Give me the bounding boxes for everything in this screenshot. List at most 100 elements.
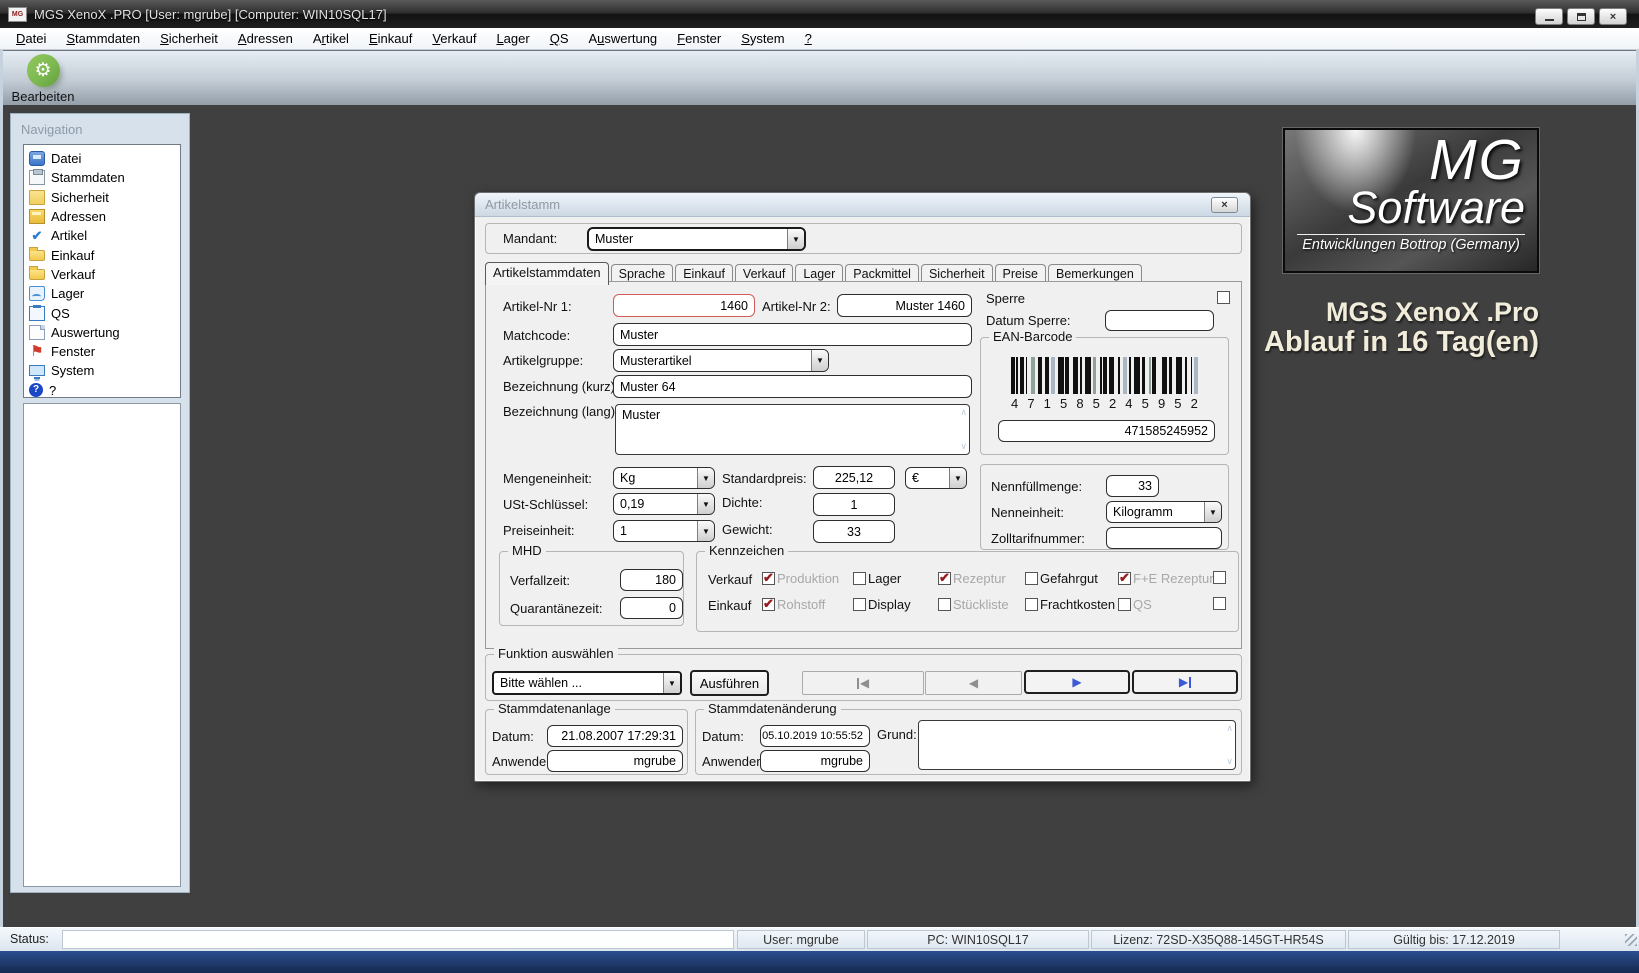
menu-item-datei[interactable]: Datei xyxy=(6,29,56,48)
close-button[interactable]: × xyxy=(1599,8,1627,25)
sidebar-item-sicherheit[interactable]: Sicherheit xyxy=(27,188,180,207)
anlage-anwender-input[interactable]: mgrube xyxy=(547,750,683,772)
menu-item-[interactable]: ? xyxy=(795,29,822,48)
dialog-close-button[interactable]: × xyxy=(1211,197,1238,213)
menu-item-lager[interactable]: Lager xyxy=(486,29,539,48)
sidebar-item-verkauf[interactable]: Verkauf xyxy=(27,265,180,284)
datum-sperre-label: Datum Sperre: xyxy=(986,313,1071,328)
mengeneinheit-select[interactable]: Kg ▼ xyxy=(613,467,715,489)
checkbox-frachtkosten[interactable]: Frachtkosten xyxy=(1025,597,1115,612)
artikelgruppe-dropdown-icon[interactable]: ▼ xyxy=(811,350,828,371)
record-previous-button[interactable]: ◀ xyxy=(925,671,1022,695)
quarantaenezeit-label: Quarantänezeit: xyxy=(510,601,603,616)
sidebar-item-datei[interactable]: Datei xyxy=(27,149,180,168)
dichte-input[interactable]: 1 xyxy=(813,493,895,516)
anlage-anwender-label: Anwender: xyxy=(492,754,554,769)
anlage-datum-input[interactable]: 21.08.2007 17:29:31 xyxy=(547,725,683,747)
ean-barcode-group: EAN-Barcode 471585245952 471585245952 xyxy=(980,337,1229,455)
sidebar-item-[interactable]: ?? xyxy=(27,381,180,398)
currency-select[interactable]: € ▼ xyxy=(905,467,967,489)
status-label: Status: xyxy=(10,932,49,946)
nenneinheit-select[interactable]: Kilogramm ▼ xyxy=(1106,501,1222,523)
checkbox-verkauf-extra[interactable] xyxy=(1213,571,1226,584)
standardpreis-input[interactable]: 225,12 xyxy=(813,466,895,489)
checkbox-produktion[interactable]: ✔Produktion xyxy=(762,571,839,586)
scroll-up-icon[interactable]: ∧ xyxy=(960,408,967,417)
scroll-down-icon[interactable]: ∨ xyxy=(960,442,967,451)
checkbox-f-e-rezeptur[interactable]: ✔F+E Rezeptur xyxy=(1118,571,1214,586)
bezeichnung-kurz-input[interactable]: Muster 64 xyxy=(613,375,972,398)
sidebar-item-adressen[interactable]: Adressen xyxy=(27,207,180,226)
ust-dropdown-icon[interactable]: ▼ xyxy=(697,494,714,514)
funktion-dropdown-icon[interactable]: ▼ xyxy=(663,673,680,693)
checkbox-qs[interactable]: QS xyxy=(1118,597,1152,612)
zolltarifnummer-input[interactable] xyxy=(1106,527,1222,549)
menu-item-einkauf[interactable]: Einkauf xyxy=(359,29,422,48)
tab-artikelstammdaten[interactable]: Artikelstammdaten xyxy=(485,262,609,285)
sidebar-item-lager[interactable]: Lager xyxy=(27,284,180,303)
datum-sperre-input[interactable] xyxy=(1105,310,1214,331)
grund-scroll-up-icon[interactable]: ∧ xyxy=(1226,724,1233,733)
resize-grip[interactable] xyxy=(1625,934,1637,946)
menu-item-stammdaten[interactable]: Stammdaten xyxy=(56,29,150,48)
artikel-nr1-input[interactable]: 1460 xyxy=(613,294,755,317)
checkbox-rezeptur[interactable]: ✔Rezeptur xyxy=(938,571,1006,586)
edit-tool-label: Bearbeiten xyxy=(12,89,75,104)
aenderung-anwender-input[interactable]: mgrube xyxy=(760,750,870,772)
bezeichnung-lang-textarea[interactable]: Muster ∧ ∨ xyxy=(615,404,970,455)
mandant-dropdown-icon[interactable]: ▼ xyxy=(787,229,804,249)
currency-dropdown-icon[interactable]: ▼ xyxy=(949,468,966,488)
minimize-button[interactable] xyxy=(1535,8,1563,25)
dialog-title-bar[interactable]: Artikelstamm × xyxy=(475,193,1250,217)
menu-item-artikel[interactable]: Artikel xyxy=(303,29,359,48)
preiseinheit-dropdown-icon[interactable]: ▼ xyxy=(697,521,714,541)
menu-item-fenster[interactable]: Fenster xyxy=(667,29,731,48)
sidebar-item-system[interactable]: System xyxy=(27,361,180,380)
menu-item-verkauf[interactable]: Verkauf xyxy=(422,29,486,48)
artikelgruppe-select[interactable]: Musterartikel ▼ xyxy=(613,349,829,372)
nennfuellmenge-input[interactable]: 33 xyxy=(1106,475,1159,497)
artikelgruppe-label: Artikelgruppe: xyxy=(503,353,583,368)
edit-tool-button[interactable]: ⚙ Bearbeiten xyxy=(8,54,78,104)
quarantaenezeit-input[interactable]: 0 xyxy=(620,597,683,619)
sidebar-item-einkauf[interactable]: Einkauf xyxy=(27,245,180,264)
sidebar-item-auswertung[interactable]: Auswertung xyxy=(27,323,180,342)
record-next-button[interactable]: ▶ xyxy=(1024,670,1130,694)
preiseinheit-select[interactable]: 1 ▼ xyxy=(613,520,715,542)
gewicht-input[interactable]: 33 xyxy=(813,520,895,543)
checkbox-lager[interactable]: Lager xyxy=(853,571,901,586)
sidebar-item-stammdaten[interactable]: Stammdaten xyxy=(27,168,180,187)
aenderung-datum-input[interactable]: 05.10.2019 10:55:52 xyxy=(760,725,870,747)
checkbox-label: Frachtkosten xyxy=(1040,597,1115,612)
artikel-nr2-input[interactable]: Muster 1460 xyxy=(837,294,972,317)
checkbox-rohstoff[interactable]: ✔Rohstoff xyxy=(762,597,825,612)
sperre-checkbox[interactable] xyxy=(1217,291,1230,304)
funktion-select[interactable]: Bitte wählen ... ▼ xyxy=(492,671,682,695)
sidebar-item-qs[interactable]: QS xyxy=(27,303,180,322)
matchcode-input[interactable]: Muster xyxy=(613,323,972,346)
mengeneinheit-dropdown-icon[interactable]: ▼ xyxy=(697,468,714,488)
ust-schluessel-select[interactable]: 0,19 ▼ xyxy=(613,493,715,515)
sidebar-item-fenster[interactable]: ⚑Fenster xyxy=(27,342,180,361)
record-first-button[interactable]: ◀ xyxy=(802,671,924,695)
checkbox-display[interactable]: Display xyxy=(853,597,911,612)
checkbox-gefahrgut[interactable]: Gefahrgut xyxy=(1025,571,1098,586)
menu-item-qs[interactable]: QS xyxy=(540,29,579,48)
nenneinheit-dropdown-icon[interactable]: ▼ xyxy=(1204,502,1221,522)
checkbox-st-ckliste[interactable]: Stückliste xyxy=(938,597,1009,612)
menu-item-sicherheit[interactable]: Sicherheit xyxy=(150,29,228,48)
mandant-select[interactable]: Muster ▼ xyxy=(587,227,806,251)
sidebar-item-artikel[interactable]: ✔Artikel xyxy=(27,226,180,245)
verfallzeit-input[interactable]: 180 xyxy=(620,569,683,591)
menu-item-adressen[interactable]: Adressen xyxy=(228,29,303,48)
maximize-button[interactable] xyxy=(1567,8,1595,25)
grund-scroll-down-icon[interactable]: ∨ xyxy=(1226,757,1233,766)
record-last-button[interactable]: ▶ xyxy=(1132,670,1238,694)
ean-value-input[interactable]: 471585245952 xyxy=(998,420,1215,442)
ausfuehren-button[interactable]: Ausführen xyxy=(690,670,769,696)
mandant-label: Mandant: xyxy=(503,231,557,246)
menu-item-system[interactable]: System xyxy=(731,29,794,48)
checkbox-einkauf-extra[interactable] xyxy=(1213,597,1226,610)
menu-item-auswertung[interactable]: Auswertung xyxy=(579,29,668,48)
grund-textarea[interactable]: ∧ ∨ xyxy=(918,720,1236,770)
